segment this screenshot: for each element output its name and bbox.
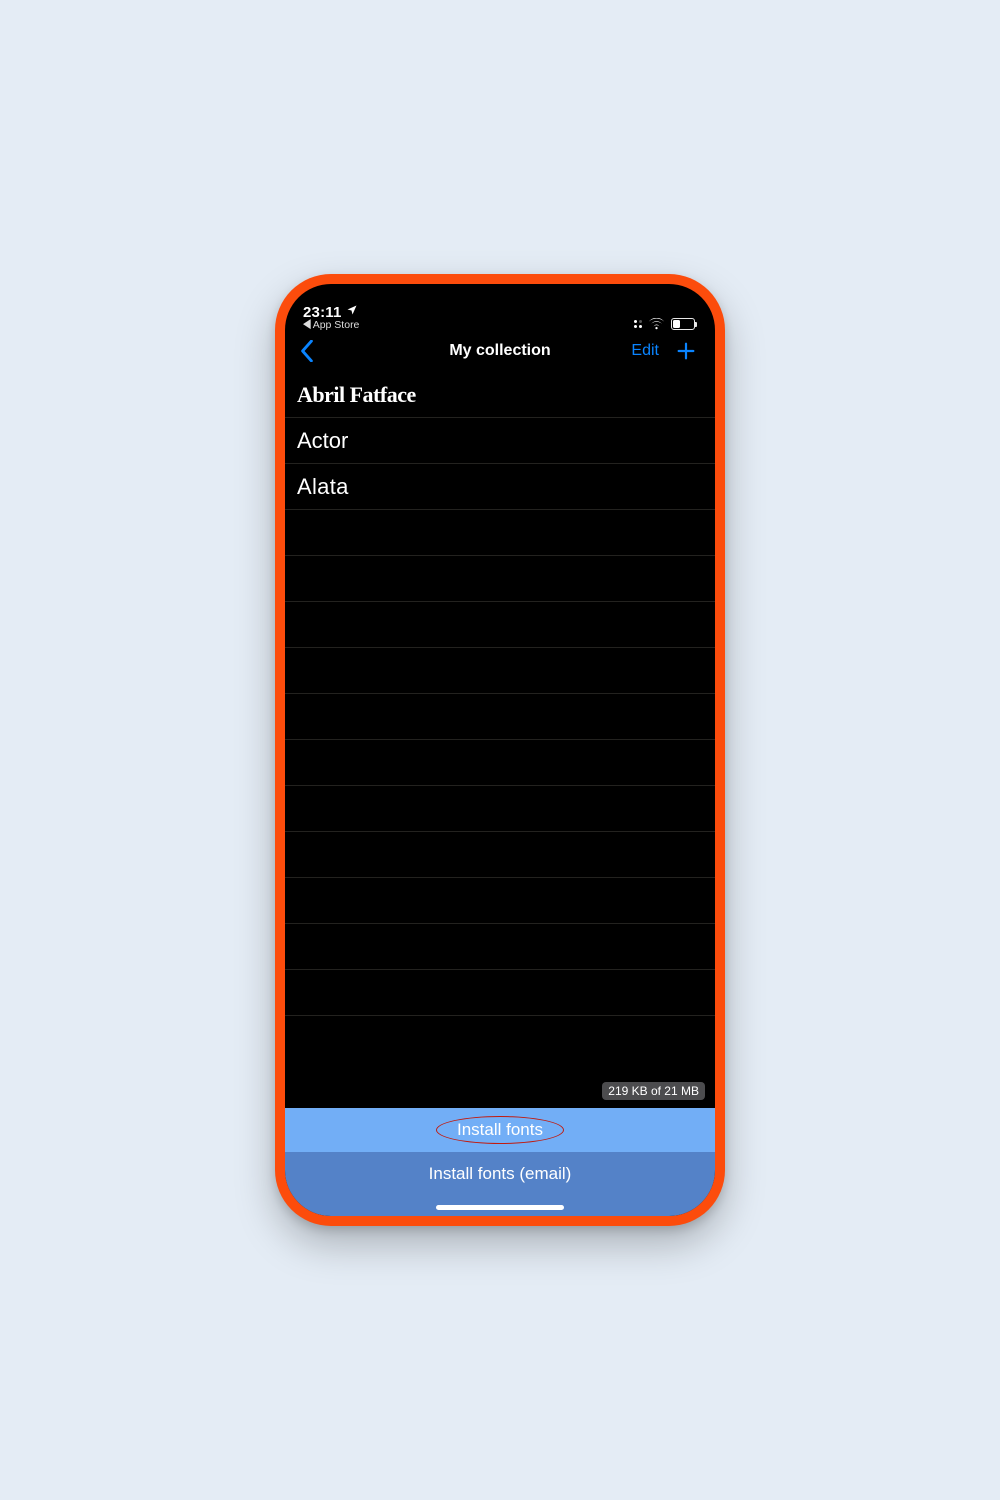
empty-row bbox=[285, 786, 715, 832]
status-left: 23:11 ◀︎ App Store bbox=[303, 305, 359, 331]
empty-row bbox=[285, 740, 715, 786]
edit-button[interactable]: Edit bbox=[631, 342, 659, 360]
install-fonts-email-label: Install fonts (email) bbox=[429, 1164, 572, 1184]
empty-row bbox=[285, 832, 715, 878]
status-right bbox=[634, 318, 695, 330]
empty-row bbox=[285, 648, 715, 694]
back-to-app-link[interactable]: ◀︎ App Store bbox=[303, 320, 359, 331]
nav-bar: My collection Edit bbox=[285, 330, 715, 372]
back-button[interactable] bbox=[289, 333, 325, 369]
empty-row bbox=[285, 924, 715, 970]
font-name: Actor bbox=[297, 428, 348, 454]
back-to-app-label: App Store bbox=[313, 320, 360, 331]
screen: 23:11 ◀︎ App Store bbox=[285, 284, 715, 1216]
font-name: Abril Fatface bbox=[297, 382, 416, 408]
empty-row bbox=[285, 602, 715, 648]
storage-badge: 219 KB of 21 MB bbox=[602, 1082, 705, 1100]
install-fonts-label: Install fonts bbox=[457, 1120, 543, 1140]
install-fonts-button[interactable]: Install fonts bbox=[285, 1108, 715, 1152]
empty-row bbox=[285, 694, 715, 740]
home-indicator[interactable] bbox=[436, 1205, 564, 1210]
empty-row bbox=[285, 510, 715, 556]
bottom-actions: Install fonts Install fonts (email) bbox=[285, 1108, 715, 1216]
battery-icon bbox=[671, 318, 695, 330]
add-button[interactable] bbox=[669, 334, 703, 368]
wifi-icon bbox=[648, 318, 665, 330]
empty-row bbox=[285, 878, 715, 924]
font-row[interactable]: Actor bbox=[285, 418, 715, 464]
install-fonts-email-button[interactable]: Install fonts (email) bbox=[285, 1152, 715, 1216]
location-arrow-icon bbox=[346, 304, 358, 318]
device-frame: 23:11 ◀︎ App Store bbox=[275, 274, 725, 1226]
cellular-signal-icon bbox=[634, 320, 642, 328]
font-name: Alata bbox=[297, 474, 349, 500]
status-bar: 23:11 ◀︎ App Store bbox=[285, 284, 715, 330]
font-row[interactable]: Abril Fatface bbox=[285, 372, 715, 418]
empty-row bbox=[285, 970, 715, 1016]
font-list[interactable]: Abril Fatface Actor Alata 219 KB of 21 M… bbox=[285, 372, 715, 1108]
empty-row bbox=[285, 556, 715, 602]
font-row[interactable]: Alata bbox=[285, 464, 715, 510]
